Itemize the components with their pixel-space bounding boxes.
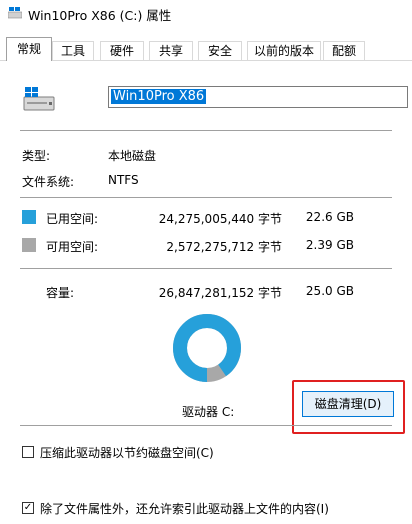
tab-previous-versions[interactable]: 以前的版本 [247,41,321,60]
tab-sharing[interactable]: 共享 [149,41,193,60]
title-bar: Win10Pro X86 (C:) 属性 [0,0,412,28]
drive-name-field[interactable]: Win10Pro X86 [108,86,408,108]
used-space-swatch [22,210,36,224]
tab-tools[interactable]: 工具 [52,41,94,60]
drive-letter-label: 驱动器 C: [182,405,235,419]
drive-icon [23,87,55,111]
separator [20,268,392,269]
tab-quota[interactable]: 配额 [323,41,365,60]
drive-icon [8,7,22,19]
separator [20,197,392,198]
tab-hardware[interactable]: 硬件 [100,41,144,60]
type-value: 本地磁盘 [108,149,157,163]
capacity-bytes: 26,847,281,152 字节 [158,286,282,300]
compress-checkbox[interactable] [22,446,34,458]
separator [20,425,392,426]
filesystem-label: 文件系统: [22,175,75,189]
tab-strip: 常规 工具 硬件 共享 安全 以前的版本 配额 [0,37,412,61]
separator [20,130,392,131]
capacity-size: 25.0 GB [305,284,354,298]
index-checkbox[interactable]: ✓ [22,502,34,514]
free-space-size: 2.39 GB [305,238,354,252]
index-label: 除了文件属性外，还允许索引此驱动器上文件的内容(I) [40,502,329,516]
drive-name-value: Win10Pro X86 [111,89,207,104]
free-space-label: 可用空间: [46,240,99,254]
compress-label: 压缩此驱动器以节约磁盘空间(C) [40,446,214,460]
tab-security[interactable]: 安全 [198,41,242,60]
filesystem-value: NTFS [108,173,139,187]
used-space-label: 已用空间: [46,212,99,226]
tab-general[interactable]: 常规 [6,37,52,61]
used-space-size: 22.6 GB [305,210,354,224]
capacity-label: 容量: [46,286,75,300]
free-space-swatch [22,238,36,252]
type-label: 类型: [22,149,51,163]
used-space-ring [173,314,241,382]
free-space-bytes: 2,572,275,712 字节 [166,240,282,254]
usage-donut-chart [173,314,241,382]
used-space-bytes: 24,275,005,440 字节 [158,212,282,226]
window-title: Win10Pro X86 (C:) 属性 [28,8,172,23]
